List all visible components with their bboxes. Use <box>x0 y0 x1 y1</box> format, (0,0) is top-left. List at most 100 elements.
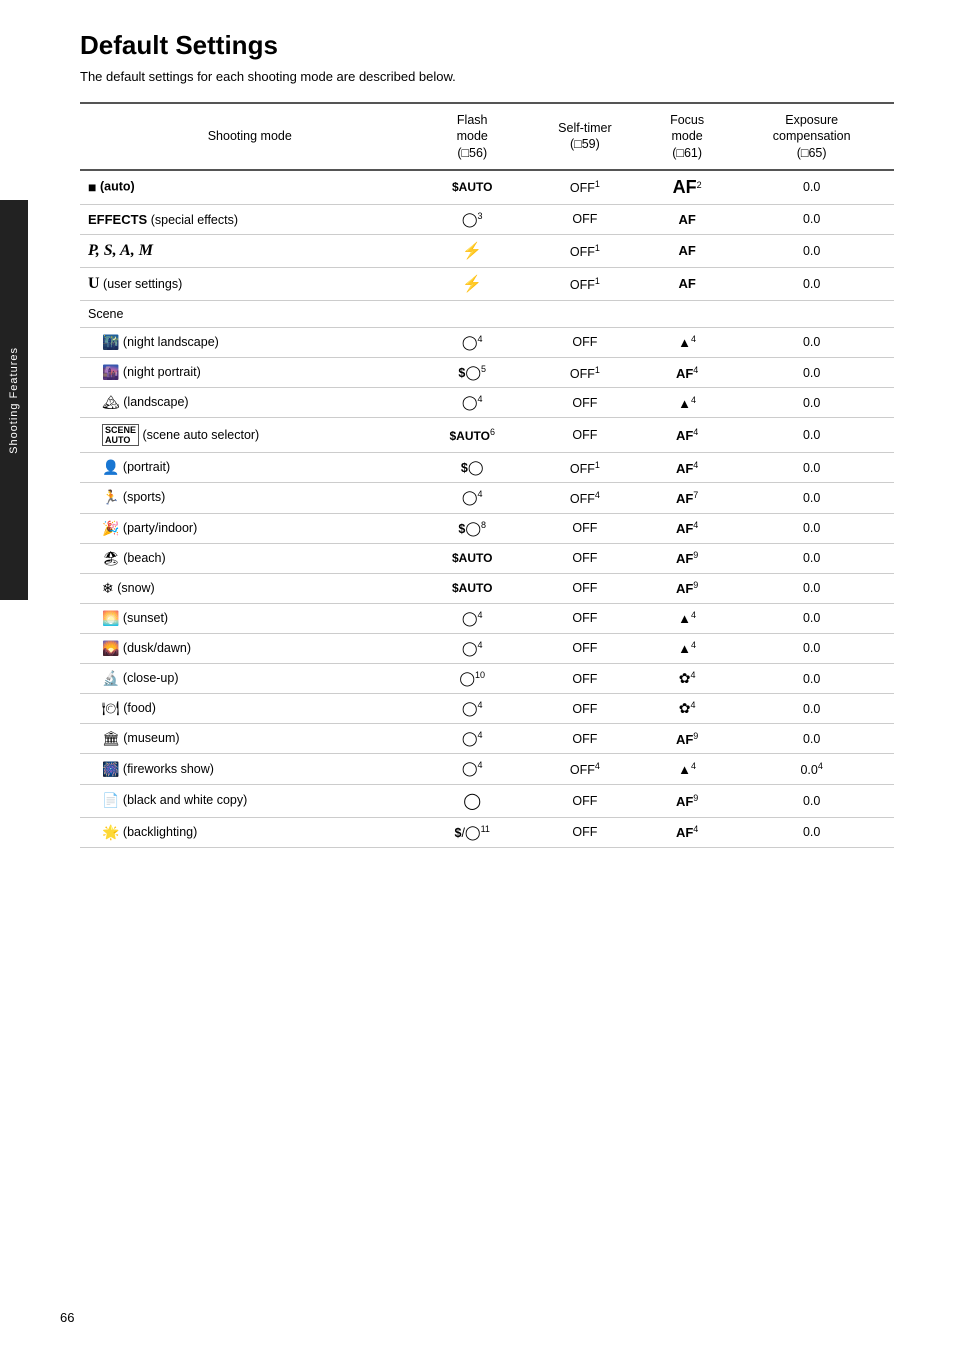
table-row: 🏃 (sports)◯4OFF4AF70.0 <box>80 483 894 513</box>
self-timer-cell: OFF <box>525 543 645 573</box>
exposure-cell: 0.0 <box>729 358 894 388</box>
exposure-cell: 0.0 <box>729 513 894 543</box>
flash-cell: ◯4 <box>420 603 525 633</box>
exposure-cell: 0.0 <box>729 633 894 663</box>
mode-icon: 🍽 <box>102 700 120 716</box>
page-number: 66 <box>60 1310 74 1325</box>
flash-cell: ◯ <box>420 784 525 817</box>
self-timer-cell: OFF <box>525 204 645 234</box>
self-timer-cell: OFF <box>525 694 645 724</box>
table-row: 📄 (black and white copy)◯OFFAF90.0 <box>80 784 894 817</box>
table-row: ❄ (snow)$AUTOOFFAF90.0 <box>80 573 894 603</box>
flash-cell: ◯4 <box>420 327 525 357</box>
mode-cell: EFFECTS (special effects) <box>80 204 420 234</box>
exposure-cell: 0.0 <box>729 327 894 357</box>
focus-cell: AF4 <box>645 418 729 453</box>
mode-icon: 🎆 <box>102 761 119 777</box>
self-timer-cell: OFF <box>525 603 645 633</box>
col-header-shooting-mode: Shooting mode <box>80 103 420 170</box>
mode-cell: 🍽 (food) <box>80 694 420 724</box>
exposure-cell: 0.0 <box>729 453 894 483</box>
flash-cell: ⚡ <box>420 234 525 267</box>
mode-cell: U (user settings) <box>80 267 420 300</box>
exposure-cell: 0.0 <box>729 817 894 847</box>
exposure-cell: 0.0 <box>729 724 894 754</box>
table-row: SCENEAUTO (scene auto selector)$AUTO6OFF… <box>80 418 894 453</box>
table-row: 🌄 (dusk/dawn)◯4OFF▲40.0 <box>80 633 894 663</box>
focus-cell: ▲4 <box>645 603 729 633</box>
exposure-cell: 0.0 <box>729 483 894 513</box>
focus-cell: AF9 <box>645 573 729 603</box>
exposure-cell: 0.0 <box>729 573 894 603</box>
exposure-cell: 0.0 <box>729 784 894 817</box>
table-row: 🌟 (backlighting)$/◯11OFFAF40.0 <box>80 817 894 847</box>
col-header-focus: Focusmode(□61) <box>645 103 729 170</box>
table-row: U (user settings)⚡OFF1AF0.0 <box>80 267 894 300</box>
mode-icon: 📄 <box>102 792 119 808</box>
flash-cell: $◯ <box>420 453 525 483</box>
mode-icon: 🌆 <box>102 364 119 380</box>
focus-cell: AF7 <box>645 483 729 513</box>
mode-icon: 🏔 <box>102 394 120 410</box>
flash-cell: ◯4 <box>420 724 525 754</box>
flash-cell: $/◯11 <box>420 817 525 847</box>
exposure-cell: 0.0 <box>729 694 894 724</box>
col-header-flash: Flashmode(□56) <box>420 103 525 170</box>
focus-cell: ▲4 <box>645 388 729 418</box>
mode-cell: 🏔 (landscape) <box>80 388 420 418</box>
mode-icon: 🌃 <box>102 334 119 350</box>
col-header-exposure: Exposurecompensation(□65) <box>729 103 894 170</box>
col-header-self-timer: Self-timer(□59) <box>525 103 645 170</box>
table-row: 👤 (portrait)$◯OFF1AF40.0 <box>80 453 894 483</box>
flash-cell: ◯3 <box>420 204 525 234</box>
focus-cell: AF <box>645 234 729 267</box>
table-row: 🌃 (night landscape)◯4OFF▲40.0 <box>80 327 894 357</box>
table-header-row: Shooting mode Flashmode(□56) Self-timer(… <box>80 103 894 170</box>
mode-cell: 🌟 (backlighting) <box>80 817 420 847</box>
mode-cell: 📄 (black and white copy) <box>80 784 420 817</box>
self-timer-cell: OFF1 <box>525 267 645 300</box>
flash-cell: ◯4 <box>420 754 525 784</box>
self-timer-cell: OFF <box>525 817 645 847</box>
flash-cell: $AUTO6 <box>420 418 525 453</box>
mode-cell: 🏖 (beach) <box>80 543 420 573</box>
flash-cell: $AUTO <box>420 170 525 205</box>
flash-cell: $AUTO <box>420 543 525 573</box>
mode-cell: 🎆 (fireworks show) <box>80 754 420 784</box>
flash-cell: $◯5 <box>420 358 525 388</box>
focus-cell: ✿4 <box>645 694 729 724</box>
mode-icon: 🏛 <box>102 730 120 746</box>
mode-cell: 👤 (portrait) <box>80 453 420 483</box>
flash-cell: $◯8 <box>420 513 525 543</box>
self-timer-cell: OFF4 <box>525 483 645 513</box>
self-timer-cell: OFF <box>525 633 645 663</box>
table-row: 🌆 (night portrait)$◯5OFF1AF40.0 <box>80 358 894 388</box>
focus-cell: ▲4 <box>645 633 729 663</box>
mode-icon: 🔬 <box>102 670 119 686</box>
flash-cell: ⚡ <box>420 267 525 300</box>
mode-cell: 🌃 (night landscape) <box>80 327 420 357</box>
exposure-cell: 0.0 <box>729 603 894 633</box>
table-row: 🎉 (party/indoor)$◯8OFFAF40.0 <box>80 513 894 543</box>
self-timer-cell: OFF <box>525 418 645 453</box>
mode-cell: 🔬 (close-up) <box>80 664 420 694</box>
page-subtitle: The default settings for each shooting m… <box>80 69 894 84</box>
table-row: 🔬 (close-up)◯10OFF✿40.0 <box>80 664 894 694</box>
focus-cell: AF4 <box>645 358 729 388</box>
page-content: Shooting Features Default Settings The d… <box>0 0 954 908</box>
self-timer-cell: OFF1 <box>525 170 645 205</box>
flash-cell: ◯4 <box>420 388 525 418</box>
table-section-header: Scene <box>80 300 894 327</box>
flash-cell: $AUTO <box>420 573 525 603</box>
flash-cell: ◯4 <box>420 633 525 663</box>
focus-cell: AF4 <box>645 817 729 847</box>
table-row: ■ (auto)$AUTOOFF1AF20.0 <box>80 170 894 205</box>
mode-cell: 🏃 (sports) <box>80 483 420 513</box>
self-timer-cell: OFF <box>525 513 645 543</box>
focus-cell: AF9 <box>645 724 729 754</box>
mode-cell: 🏛 (museum) <box>80 724 420 754</box>
self-timer-cell: OFF <box>525 327 645 357</box>
table-row: P, S, A, M⚡OFF1AF0.0 <box>80 234 894 267</box>
exposure-cell: 0.0 <box>729 234 894 267</box>
mode-cell: 🌆 (night portrait) <box>80 358 420 388</box>
